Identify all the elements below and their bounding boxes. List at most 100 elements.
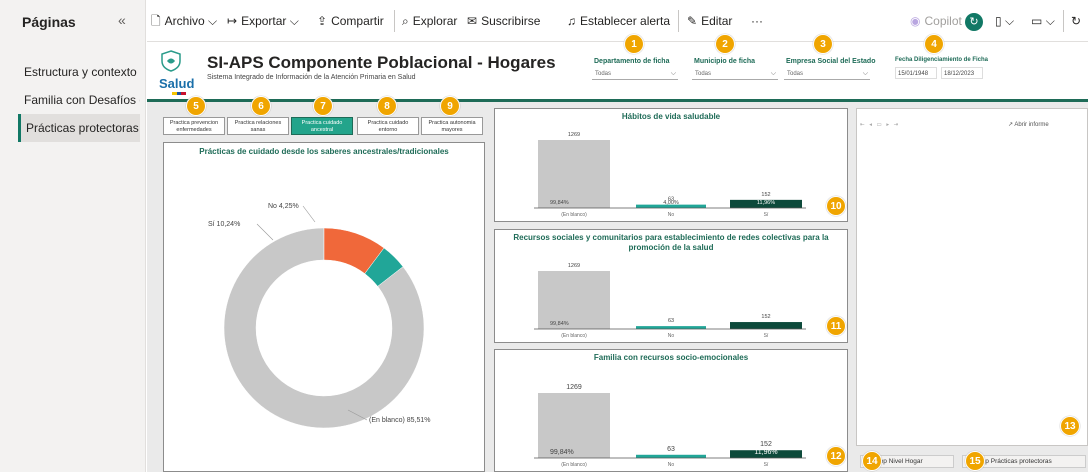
bar-chart-2: 1269 (En blanco) 99,84% 63 No 152 Sí — [534, 263, 806, 339]
chevron-down-icon: ⌵ — [1004, 14, 1015, 28]
compartir-button[interactable]: ⇪ Compartir — [317, 12, 384, 30]
donut-leader-line — [302, 205, 316, 223]
explore-icon: ⌕ — [402, 14, 409, 28]
tab-relaciones[interactable]: Practica relaciones sanas — [227, 117, 289, 135]
bar-percent-label: 4,00% — [663, 200, 679, 206]
annotation-badge-13: 13 — [1060, 416, 1080, 436]
exportar-label: Exportar — [241, 14, 287, 28]
bar-category-label: Sí — [764, 462, 769, 468]
explorar-button[interactable]: ⌕ Explorar — [402, 12, 457, 30]
donut-label-blanco: (En blanco) 85,51% — [369, 417, 430, 424]
bar-value-label: 1269 — [566, 384, 582, 391]
bar-value-label: 152 — [761, 314, 770, 320]
page-item-practicas[interactable]: Prácticas protectoras — [18, 114, 140, 142]
copilot-label: Copilot — [924, 14, 962, 28]
annotation-badge-5: 5 — [186, 96, 206, 116]
toolbar-divider — [678, 10, 679, 32]
filter-departamento-select[interactable]: Todas ⌵ — [592, 68, 678, 80]
bar-no[interactable] — [636, 326, 706, 329]
tab-cuidado-ancestral[interactable]: Practica cuidado ancestral — [291, 117, 353, 135]
page-item-estructura[interactable]: Estructura y contexto — [18, 58, 140, 86]
chevron-down-icon: ⌵ — [670, 70, 676, 77]
annotation-badge-7: 7 — [313, 96, 333, 116]
filter-ese-select[interactable]: Todas ⌵ — [784, 68, 870, 80]
editar-label: Editar — [701, 14, 733, 28]
annotation-badge-12: 12 — [826, 446, 846, 466]
toolbar: 🗋 Archivo ⌵ ↦ Exportar ⌵ ⇪ Compartir ⌕ Explo… — [147, 0, 1088, 42]
archivo-label: Archivo — [164, 14, 205, 28]
date-start-input[interactable]: 15/01/1948 — [895, 67, 937, 79]
copilot-button[interactable]: ◉ Copilot — [910, 12, 962, 30]
bar-panel-2-title: Recursos sociales y comunitarios para es… — [513, 233, 829, 252]
filter-ese-value: Todas — [787, 71, 804, 77]
bar-blanco[interactable] — [538, 271, 610, 329]
filter-departamento-label: Departamento de ficha — [594, 58, 670, 65]
date-filter-label: Fecha Diligenciamiento de Ficha — [895, 57, 989, 63]
view-button[interactable]: ▭ ⌵ — [1031, 12, 1055, 30]
share-icon: ⇪ — [317, 14, 328, 28]
view-icon: ▭ — [1031, 14, 1043, 28]
filter-municipio-label: Municipio de ficha — [694, 58, 756, 65]
establecer-alerta-label: Establecer alerta — [580, 14, 671, 28]
tab-autonomia-mayores[interactable]: Practica autonomia mayores — [421, 117, 483, 135]
filter-municipio-select[interactable]: Todas ⌵ — [692, 68, 778, 80]
editar-button[interactable]: ✎ Editar — [687, 12, 732, 30]
file-icon: 🗋 — [151, 14, 161, 28]
toolbar-divider — [394, 10, 395, 32]
header-divider — [147, 99, 1088, 102]
chevron-down-icon: ⌵ — [770, 70, 776, 77]
bar-value-label: 152 — [760, 441, 772, 448]
bar-blanco[interactable] — [538, 393, 610, 458]
toolbar-divider — [1063, 10, 1064, 32]
bar-percent-label: 11,96% — [754, 449, 777, 456]
bar-percent-label: 99,84% — [550, 321, 569, 327]
reload-icon: ↻ — [1071, 14, 1082, 28]
annotation-badge-9: 9 — [440, 96, 460, 116]
export-icon: ↦ — [227, 14, 238, 28]
exportar-menu[interactable]: ↦ Exportar ⌵ — [227, 12, 299, 30]
tab-cuidado-entorno[interactable]: Practica cuidado entorno — [357, 117, 419, 135]
suscribirse-button[interactable]: ✉ Suscribirse — [467, 12, 540, 30]
filter-departamento-value: Todas — [595, 71, 612, 77]
annotation-badge-15: 15 — [965, 451, 985, 471]
donut-leader-line — [256, 223, 274, 241]
open-report-label: Abrir informe — [1014, 122, 1049, 128]
reload-button[interactable]: ↻ — [1071, 12, 1081, 30]
open-report-link[interactable]: ↗ Abrir informe — [1008, 121, 1049, 128]
logo-text: Salud — [159, 76, 195, 91]
donut-chart: No 4,25% Sí 10,24% (En blanco) 85,51% — [208, 203, 430, 429]
annotation-badge-1: 1 — [624, 34, 644, 54]
tab-prevencion[interactable]: Practica prevencion enfermedades — [163, 117, 225, 135]
bar-category-label: (En blanco) — [561, 462, 587, 468]
annotation-badge-4: 4 — [924, 34, 944, 54]
pencil-icon: ✎ — [687, 14, 698, 28]
page-item-familia[interactable]: Familia con Desafíos de ... — [18, 86, 140, 114]
bar-percent-label: 99,84% — [550, 449, 574, 456]
bar-value-label: 152 — [761, 192, 770, 198]
bookmark-icon: ▯ — [995, 14, 1002, 28]
date-end-input[interactable]: 18/12/2023 — [941, 67, 983, 79]
collapse-pane-icon[interactable]: « — [118, 12, 126, 28]
donut-title: Prácticas de cuidado desde los saberes a… — [199, 147, 449, 156]
annotation-badge-8: 8 — [377, 96, 397, 116]
pages-pane: Páginas « Estructura y contexto Familia … — [0, 0, 146, 472]
annotation-badge-2: 2 — [715, 34, 735, 54]
more-options-button[interactable]: ··· — [751, 12, 763, 30]
establecer-alerta-button[interactable]: ♫ Establecer alerta — [567, 12, 670, 30]
archivo-menu[interactable]: 🗋 Archivo ⌵ — [151, 12, 217, 30]
bar-blanco[interactable] — [538, 140, 610, 208]
report-subtitle: Sistema Integrado de Información de la A… — [207, 74, 416, 81]
bar-si[interactable] — [730, 322, 802, 329]
salud-logo-icon — [161, 50, 181, 72]
bar-value-label: 1269 — [568, 263, 580, 269]
bar-percent-label: 11,96% — [757, 200, 775, 206]
bookmark-button[interactable]: ▯ ⌵ — [995, 12, 1014, 30]
explorar-label: Explorar — [412, 14, 458, 28]
chevron-down-icon: ⌵ — [208, 14, 218, 28]
donut-label-no: No 4,25% — [268, 203, 299, 210]
refresh-button[interactable]: ↻ — [965, 12, 983, 31]
bar-no[interactable] — [636, 454, 706, 458]
pages-title: Páginas — [22, 14, 76, 30]
refresh-icon: ↻ — [965, 13, 983, 31]
bell-icon: ♫ — [567, 14, 576, 28]
